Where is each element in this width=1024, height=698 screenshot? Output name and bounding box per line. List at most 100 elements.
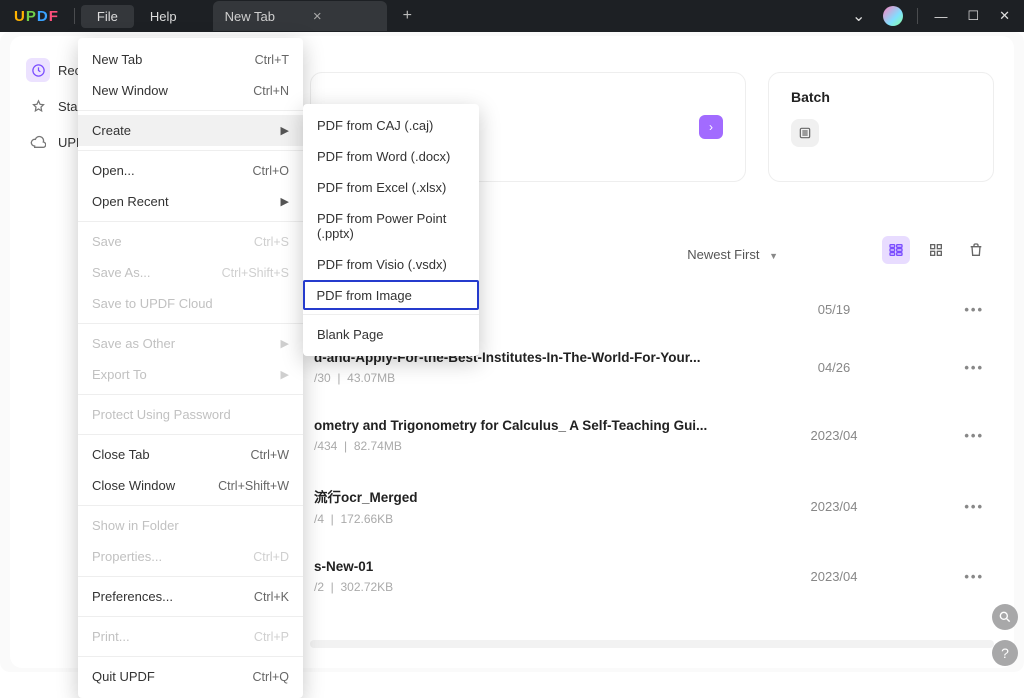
menu-separator [78,434,303,435]
menu-separator [78,576,303,577]
menu-item-save-other: Save as Other▶ [78,328,303,359]
clock-icon [26,58,50,82]
chevron-right-icon: ▶ [281,195,289,208]
menu-separator [78,323,303,324]
view-toggles [882,236,990,264]
file-date: 05/19 [734,302,934,317]
menu-separator [78,221,303,222]
titlebar: U P D F File Help New Tab × + ⌄ — ☐ ✕ [0,0,1024,32]
menu-separator [303,314,479,315]
more-icon[interactable]: ••• [934,569,990,584]
menu-item-open[interactable]: Open...Ctrl+O [78,155,303,186]
menu-item-new-window[interactable]: New WindowCtrl+N [78,75,303,106]
avatar[interactable] [883,6,903,26]
scrollbar[interactable] [310,640,994,648]
close-icon[interactable]: × [313,8,322,25]
file-meta: /4 | 172.66KB [314,512,734,526]
more-icon[interactable]: ••• [934,302,990,317]
file-meta: /2 | 302.72KB [314,580,734,594]
list-item[interactable]: ometry and Trigonometry for Calculus_ A … [310,402,994,470]
menu-item-protect: Protect Using Password [78,399,303,430]
tab-new[interactable]: New Tab × [213,1,387,31]
menu-separator [78,150,303,151]
file-date: 2023/04 [734,499,934,514]
menu-file[interactable]: File [81,5,134,28]
fab-column: ? [992,604,1018,666]
create-submenu: PDF from CAJ (.caj) PDF from Word (.docx… [303,104,479,356]
submenu-item-blank[interactable]: Blank Page [303,319,479,350]
submenu-item-image[interactable]: PDF from Image [303,280,479,310]
menu-item-close-window[interactable]: Close WindowCtrl+Shift+W [78,470,303,501]
file-menu: New TabCtrl+T New WindowCtrl+N Create▶ O… [78,38,303,698]
file-meta: /434 | 82.74MB [314,439,734,453]
divider [74,8,75,24]
submenu-item-visio[interactable]: PDF from Visio (.vsdx) [303,249,479,280]
card-title: Batch [791,89,971,105]
chevron-down-icon[interactable]: ⌄ [842,2,875,30]
menu-item-create[interactable]: Create▶ [78,115,303,146]
help-fab[interactable]: ? [992,640,1018,666]
cloud-icon [26,130,50,154]
sort-select[interactable]: Newest First ▼ [681,243,784,266]
more-icon[interactable]: ••• [934,428,990,443]
menu-item-save: SaveCtrl+S [78,226,303,257]
chevron-right-icon[interactable]: › [699,115,723,139]
menu-item-save-as: Save As...Ctrl+Shift+S [78,257,303,288]
submenu-item-ppt[interactable]: PDF from Power Point (.pptx) [303,203,479,249]
add-tab-button[interactable]: + [397,3,418,29]
submenu-item-caj[interactable]: PDF from CAJ (.caj) [303,110,479,141]
batch-icon [791,119,819,147]
menu-separator [78,110,303,111]
delete-button[interactable] [962,236,990,264]
file-date: 2023/04 [734,428,934,443]
chevron-right-icon: ▶ [281,124,289,137]
grid-view-button[interactable] [922,236,950,264]
window-close-button[interactable]: ✕ [989,4,1020,28]
file-title: ometry and Trigonometry for Calculus_ A … [314,418,734,433]
divider [917,8,918,24]
menu-help[interactable]: Help [134,5,193,28]
file-title: 流行ocr_Merged [314,486,734,506]
tab-label: New Tab [225,9,275,24]
list-item[interactable]: 流行ocr_Merged/4 | 172.66KB 2023/04 ••• [310,470,994,543]
file-date: 2023/04 [734,569,934,584]
menu-separator [78,656,303,657]
file-title: s-New-01 [314,559,734,574]
logo-letter: P [26,8,36,25]
search-fab[interactable] [992,604,1018,630]
chevron-right-icon: ▶ [281,368,289,381]
menu-item-properties: Properties...Ctrl+D [78,541,303,572]
menu-item-quit[interactable]: Quit UPDFCtrl+Q [78,661,303,692]
logo-letter: U [14,8,25,25]
more-icon[interactable]: ••• [934,499,990,514]
app-logo: U P D F [4,8,68,25]
chevron-right-icon: ▶ [281,337,289,350]
menu-item-close-tab[interactable]: Close TabCtrl+W [78,439,303,470]
batch-card[interactable]: Batch [768,72,994,182]
menu-item-export-to: Export To▶ [78,359,303,390]
file-meta: /30 | 43.07MB [314,371,734,385]
more-icon[interactable]: ••• [934,360,990,375]
file-date: 04/26 [734,360,934,375]
menu-item-print: Print...Ctrl+P [78,621,303,652]
logo-letter: D [37,8,48,25]
logo-letter: F [49,8,58,25]
list-view-button[interactable] [882,236,910,264]
tab-bar: New Tab × + [213,0,418,32]
list-item[interactable]: s-New-01/2 | 302.72KB 2023/04 ••• [310,543,994,611]
star-icon [26,94,50,118]
sort-label: Newest First [687,247,759,262]
menu-separator [78,394,303,395]
menu-item-new-tab[interactable]: New TabCtrl+T [78,44,303,75]
caret-down-icon: ▼ [769,251,778,261]
menu-item-open-recent[interactable]: Open Recent▶ [78,186,303,217]
menu-separator [78,505,303,506]
menu-item-preferences[interactable]: Preferences...Ctrl+K [78,581,303,612]
submenu-item-excel[interactable]: PDF from Excel (.xlsx) [303,172,479,203]
window-maximize-button[interactable]: ☐ [957,4,989,28]
menu-item-save-cloud: Save to UPDF Cloud [78,288,303,319]
menu-separator [78,616,303,617]
window-minimize-button[interactable]: — [924,5,957,28]
submenu-item-word[interactable]: PDF from Word (.docx) [303,141,479,172]
menu-item-show-folder: Show in Folder [78,510,303,541]
